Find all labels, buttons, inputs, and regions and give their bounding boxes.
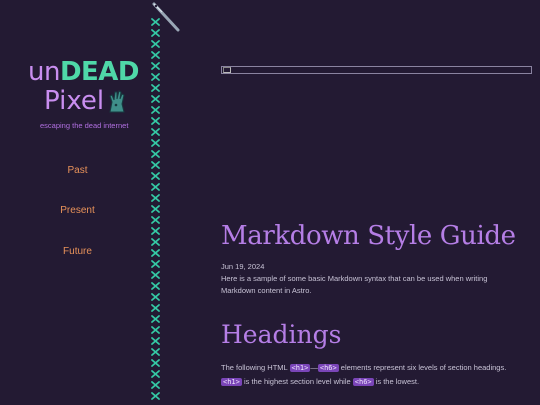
code-h1: <h1> xyxy=(289,364,311,372)
post-intro: Here is a sample of some basic Markdown … xyxy=(221,274,488,295)
stitch-mark xyxy=(151,172,160,180)
stitch-mark xyxy=(151,238,160,246)
nav-item-future[interactable]: Future xyxy=(0,246,155,257)
stitch-mark xyxy=(151,194,160,202)
code-h6: <h6> xyxy=(352,378,374,386)
broken-image-icon xyxy=(223,67,231,73)
stitch-mark xyxy=(151,139,160,147)
post-date: Jun 19, 2024 xyxy=(221,262,265,271)
stitch-mark xyxy=(151,260,160,268)
logo-text-bottom: Pixel xyxy=(44,86,105,116)
stitch-mark xyxy=(151,359,160,367)
section-heading: Headings xyxy=(221,320,342,349)
stitch-mark xyxy=(151,249,160,257)
stitch-mark xyxy=(151,51,160,59)
stitch-mark xyxy=(151,348,160,356)
stitch-mark xyxy=(151,161,160,169)
stitch-mark xyxy=(151,183,160,191)
logo-text-top: unDEAD xyxy=(28,57,140,87)
stitch-mark xyxy=(151,392,160,400)
stitch-mark xyxy=(151,304,160,312)
stitch-mark xyxy=(151,271,160,279)
site-tagline: escaping the dead internet xyxy=(40,121,129,130)
stitch-mark xyxy=(151,205,160,213)
stitch-mark xyxy=(151,117,160,125)
sidebar: unDEAD Pixel escaping the dead internet … xyxy=(0,0,155,405)
nav-item-present[interactable]: Present xyxy=(0,205,155,216)
stitch-mark xyxy=(151,293,160,301)
stitch-mark xyxy=(151,282,160,290)
stitch-mark xyxy=(151,381,160,389)
stitch-mark xyxy=(151,40,160,48)
section-paragraph: The following HTML <h1> — <h6> elements re… xyxy=(221,363,507,386)
stitch-mark xyxy=(151,227,160,235)
needle-icon xyxy=(152,2,180,32)
stitch-mark xyxy=(151,315,160,323)
stitched-divider xyxy=(151,18,160,400)
stitch-mark xyxy=(151,150,160,158)
stitch-mark xyxy=(151,370,160,378)
stitch-mark xyxy=(151,326,160,334)
stitch-mark xyxy=(151,106,160,114)
stitch-mark xyxy=(151,128,160,136)
stitch-mark xyxy=(151,95,160,103)
page-title: Markdown Style Guide xyxy=(221,221,516,251)
code-h1: <h1> xyxy=(221,378,242,386)
zombie-hand-icon xyxy=(109,90,125,113)
stitch-mark xyxy=(151,62,160,70)
stitch-mark xyxy=(151,337,160,345)
stitch-mark xyxy=(151,216,160,224)
stitch-mark xyxy=(151,73,160,81)
stitch-mark xyxy=(151,84,160,92)
code-h6: <h6> xyxy=(317,364,339,372)
nav-item-past[interactable]: Past xyxy=(0,165,155,176)
hero-image-placeholder xyxy=(221,66,532,74)
